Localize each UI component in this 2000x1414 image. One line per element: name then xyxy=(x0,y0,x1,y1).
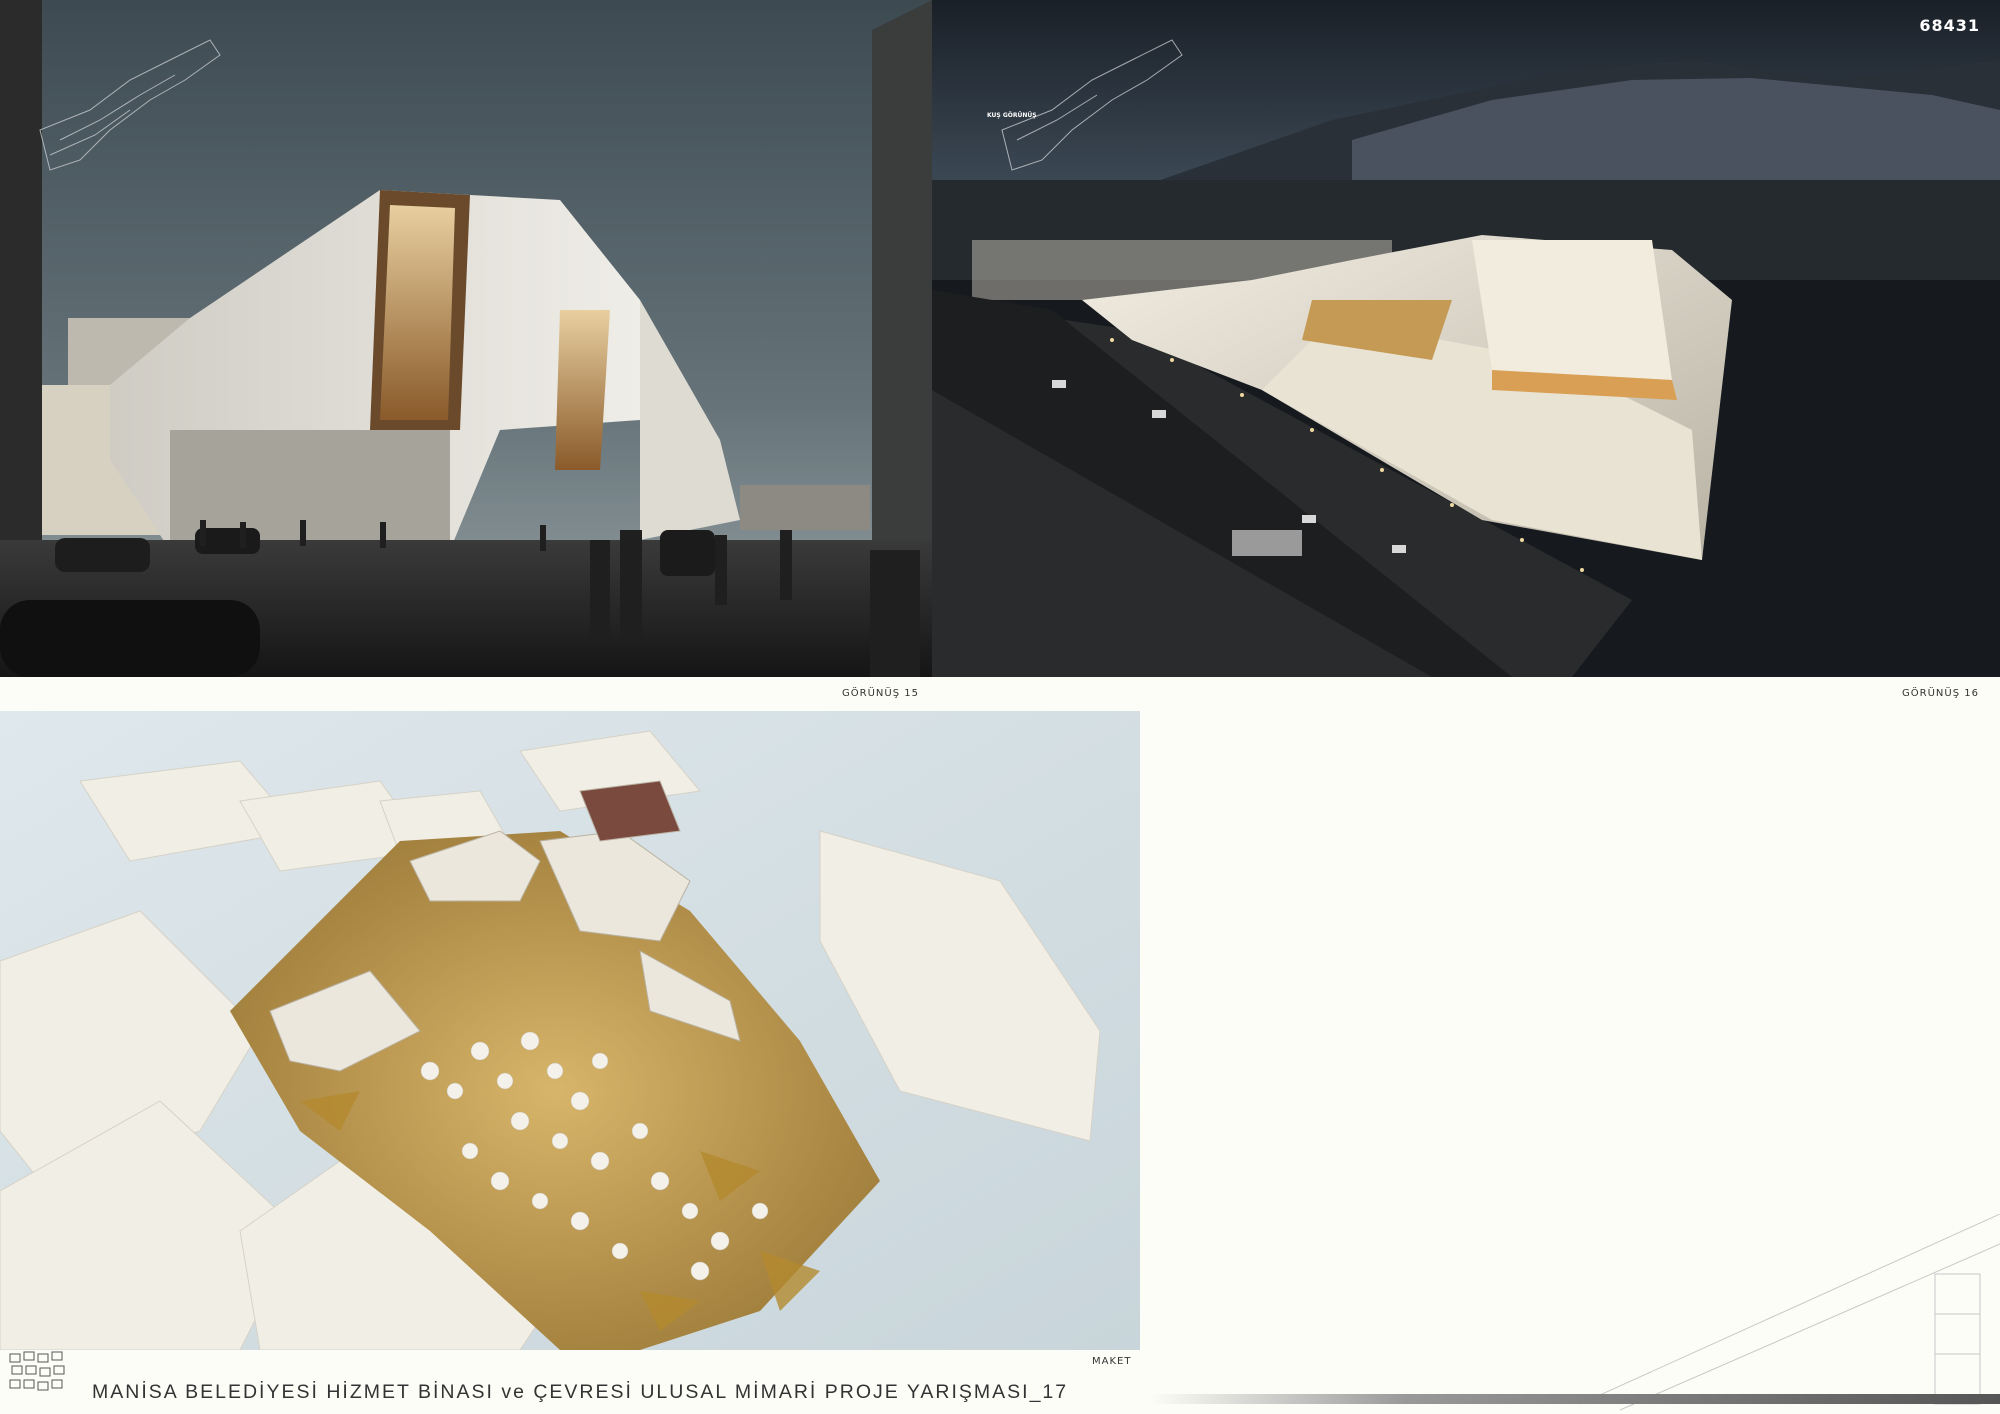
keymap-label: KUŞ GÖRÜNÜŞ xyxy=(987,112,1037,119)
sheet-number: 68431 xyxy=(1919,16,1980,35)
model-image xyxy=(0,711,1140,1350)
competition-title: MANİSA BELEDİYESİ HİZMET BİNASI ve ÇEVRE… xyxy=(92,1381,1069,1403)
view-16-image xyxy=(932,0,2000,677)
view-15-caption: GÖRÜNÜŞ 15 xyxy=(842,688,919,699)
logo-mark xyxy=(9,1351,65,1391)
site-linework xyxy=(1580,1214,2000,1411)
view-15-image xyxy=(0,0,932,677)
view-16-caption: GÖRÜNÜŞ 16 xyxy=(1902,688,1979,699)
view-15-render xyxy=(0,0,932,677)
footer-gradient-bar xyxy=(1150,1394,2000,1404)
model-caption: MAKET xyxy=(1092,1356,1132,1367)
model-photo xyxy=(0,711,1140,1350)
view-16-render: 68431 KUŞ GÖRÜNÜŞ xyxy=(932,0,2000,677)
